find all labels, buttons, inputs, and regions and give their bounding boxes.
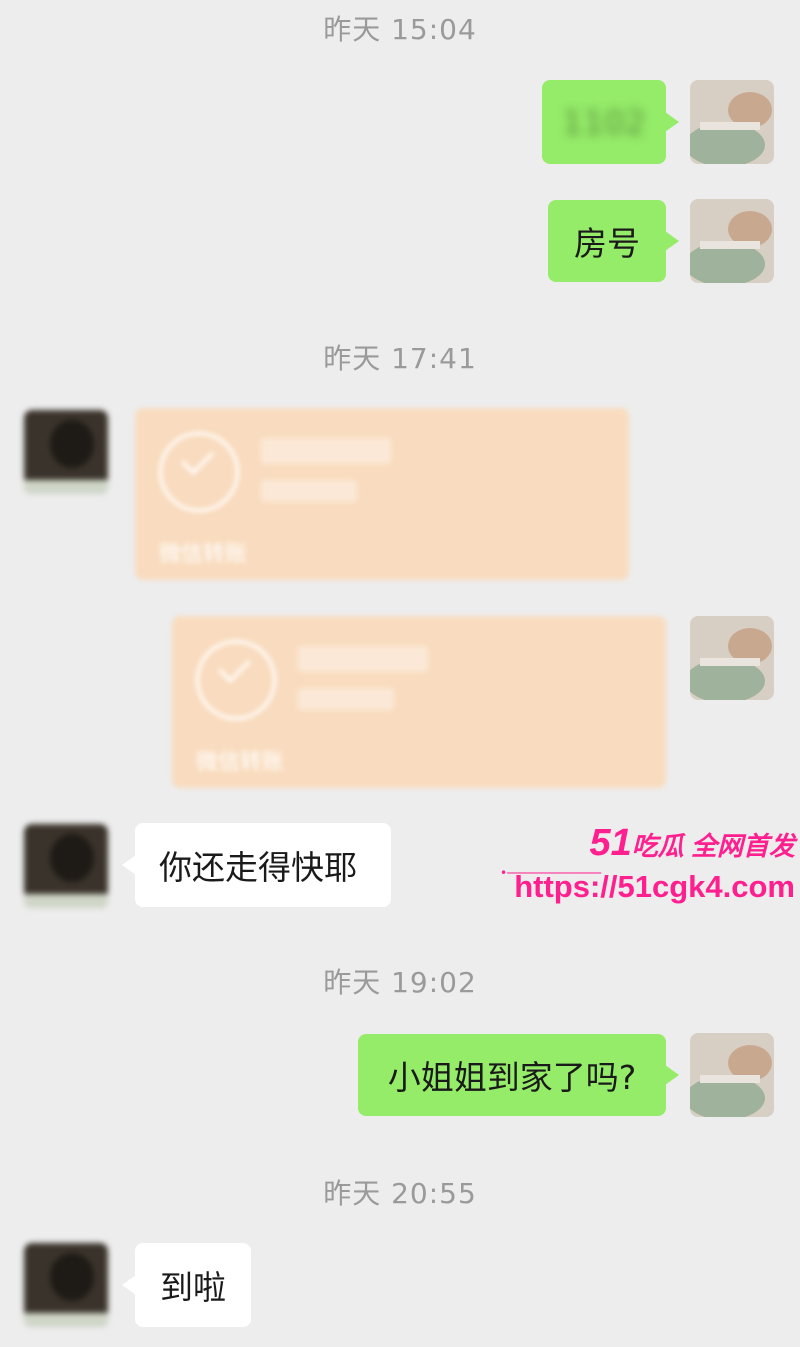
message-text: 你还走得快耶: [159, 848, 357, 887]
message-text: 到啦: [160, 1268, 226, 1307]
chat-bubble-self[interactable]: 房号: [548, 200, 679, 282]
contact-avatar[interactable]: [24, 824, 108, 908]
transfer-label: 微信转账: [196, 750, 285, 775]
check-circle-icon: [196, 640, 276, 720]
chat-bubble-self[interactable]: 小姐姐到家了吗?: [358, 1034, 679, 1116]
transfer-label: 微信转账: [159, 542, 248, 567]
chat-bubble-other[interactable]: 你还走得快耶: [122, 823, 391, 907]
message-text: 1102: [562, 102, 646, 142]
timestamp: 昨天 15:04: [323, 13, 477, 46]
watermark-brand: 51吃瓜 全网首发: [589, 822, 795, 864]
transfer-card[interactable]: 微信转账: [172, 616, 666, 788]
contact-avatar[interactable]: [24, 1243, 108, 1327]
transfer-amount-blurred: [298, 646, 428, 672]
message-text: 房号: [574, 224, 640, 263]
check-circle-icon: [159, 432, 239, 512]
message-text: 小姐姐到家了吗?: [387, 1058, 637, 1097]
transfer-card[interactable]: 微信转账: [135, 408, 629, 580]
transfer-note-blurred: [261, 480, 357, 502]
transfer-note-blurred: [298, 688, 394, 710]
transfer-amount-blurred: [261, 438, 391, 464]
watermark-overlay: 51吃瓜 全网首发 https://51cgk4.com •──────────…: [500, 822, 795, 905]
watermark-decoration: •─────────────: [500, 866, 601, 880]
self-avatar[interactable]: [690, 199, 774, 283]
timestamp: 昨天 20:55: [323, 1177, 477, 1210]
timestamp: 昨天 19:02: [323, 966, 477, 999]
chat-bubble-other[interactable]: 到啦: [122, 1243, 251, 1327]
contact-avatar[interactable]: [24, 410, 108, 494]
timestamp: 昨天 17:41: [323, 342, 477, 375]
chat-bubble-self[interactable]: 1102: [542, 80, 679, 164]
self-avatar[interactable]: [690, 1033, 774, 1117]
self-avatar[interactable]: [690, 80, 774, 164]
self-avatar[interactable]: [690, 616, 774, 700]
